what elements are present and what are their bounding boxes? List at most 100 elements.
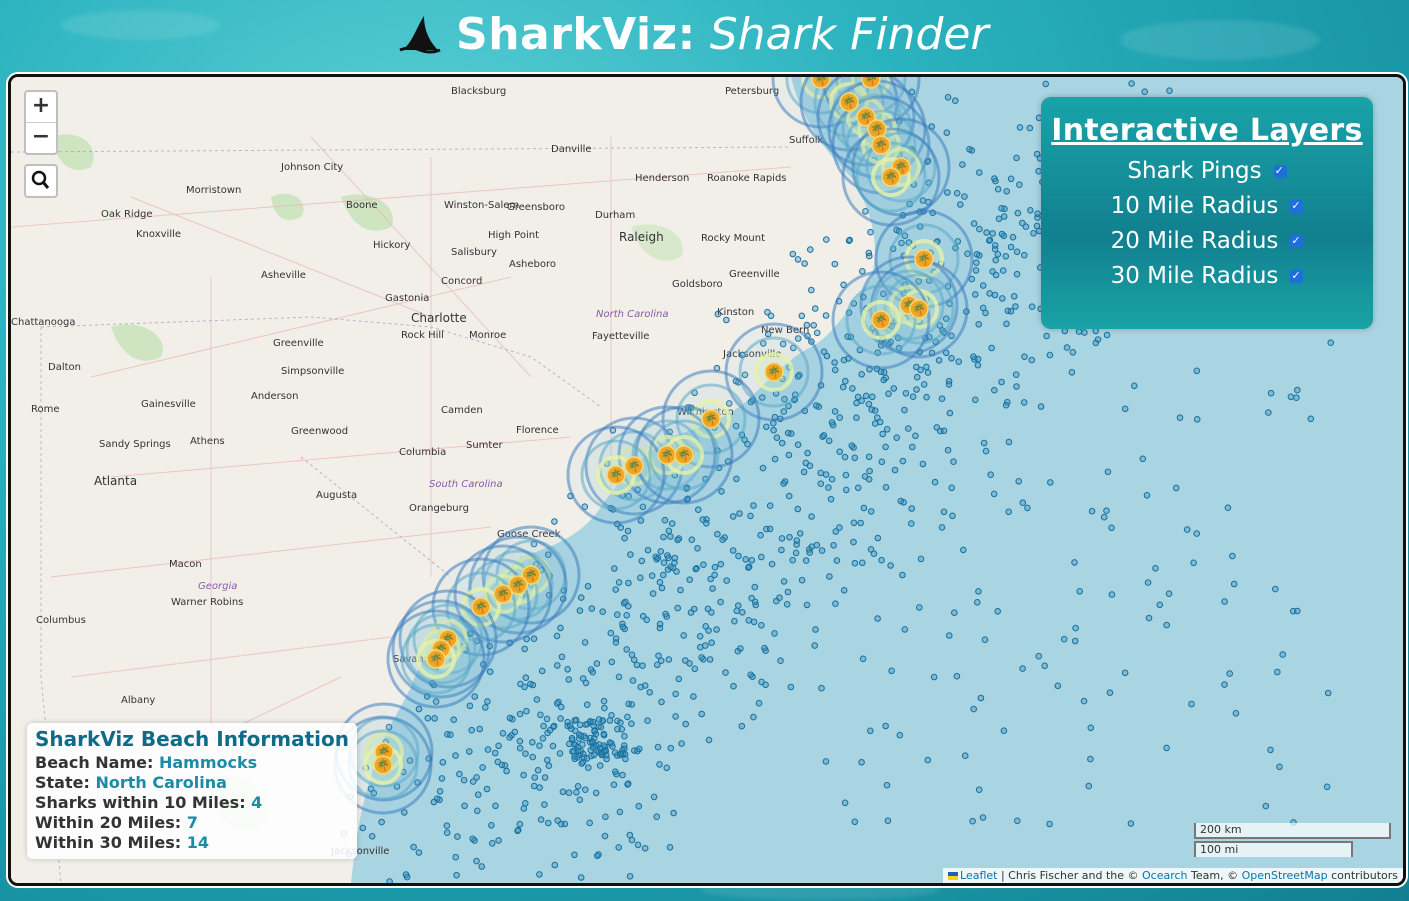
shark-ping[interactable] (1000, 727, 1008, 735)
shark-ping[interactable] (660, 571, 667, 579)
shark-ping[interactable] (831, 408, 839, 415)
shark-ping[interactable] (908, 520, 915, 527)
shark-ping[interactable] (700, 561, 707, 569)
shark-ping[interactable] (577, 874, 585, 881)
shark-ping[interactable] (576, 796, 584, 804)
shark-ping[interactable] (424, 714, 432, 722)
shark-ping[interactable] (461, 802, 468, 810)
shark-ping[interactable] (924, 756, 932, 764)
shark-ping[interactable] (989, 268, 996, 275)
shark-ping[interactable] (707, 575, 715, 583)
shark-ping[interactable] (653, 813, 661, 821)
search-button[interactable] (24, 164, 58, 198)
shark-ping[interactable] (859, 655, 867, 663)
shark-ping[interactable] (973, 251, 981, 258)
shark-ping[interactable] (698, 710, 706, 718)
shark-ping[interactable] (778, 439, 786, 447)
shark-ping[interactable] (851, 818, 859, 826)
shark-ping[interactable] (803, 601, 811, 609)
shark-ping[interactable] (841, 799, 849, 807)
shark-ping[interactable] (483, 785, 491, 793)
shark-ping[interactable] (793, 537, 801, 544)
shark-ping[interactable] (595, 716, 603, 723)
shark-ping[interactable] (1063, 344, 1071, 351)
shark-ping[interactable] (859, 268, 866, 275)
shark-ping[interactable] (833, 557, 841, 564)
shark-ping[interactable] (1294, 386, 1301, 394)
shark-ping[interactable] (530, 635, 538, 643)
shark-ping[interactable] (761, 644, 768, 652)
shark-ping[interactable] (768, 560, 776, 568)
shark-ping[interactable] (1100, 513, 1108, 521)
shark-ping[interactable] (637, 574, 644, 582)
shark-ping[interactable] (832, 600, 839, 608)
shark-ping[interactable] (603, 755, 610, 763)
shark-ping[interactable] (1183, 526, 1191, 533)
shark-ping[interactable] (566, 722, 574, 729)
shark-ping[interactable] (557, 624, 564, 632)
shark-ping[interactable] (905, 425, 912, 432)
shark-ping[interactable] (584, 583, 592, 590)
shark-ping[interactable] (644, 717, 651, 725)
shark-ping[interactable] (840, 587, 848, 594)
shark-ping[interactable] (948, 355, 955, 362)
shark-ping[interactable] (912, 432, 919, 440)
shark-ping[interactable] (533, 696, 541, 703)
shark-ping[interactable] (976, 169, 983, 176)
shark-ping[interactable] (749, 673, 756, 681)
shark-ping[interactable] (820, 348, 828, 356)
shark-ping[interactable] (1005, 508, 1013, 516)
shark-ping[interactable] (530, 782, 538, 790)
shark-ping[interactable] (627, 551, 634, 558)
shark-ping[interactable] (808, 513, 815, 520)
shark-ping[interactable] (1144, 579, 1152, 586)
shark-ping[interactable] (717, 598, 724, 606)
shark-ping[interactable] (609, 743, 616, 750)
shark-ping[interactable] (944, 189, 951, 196)
shark-ping[interactable] (443, 822, 451, 830)
shark-ping[interactable] (849, 385, 856, 392)
shark-ping[interactable] (410, 843, 417, 851)
shark-ping[interactable] (1071, 559, 1078, 566)
shark-ping[interactable] (1108, 524, 1115, 532)
shark-ping[interactable] (882, 722, 889, 730)
shark-ping[interactable] (568, 734, 576, 742)
shark-ping[interactable] (959, 161, 966, 168)
shark-ping[interactable] (1104, 468, 1112, 476)
shark-ping[interactable] (503, 767, 510, 775)
shark-ping[interactable] (723, 577, 731, 584)
shark-ping[interactable] (443, 829, 451, 837)
shark-ping[interactable] (431, 715, 438, 722)
shark-ping[interactable] (1143, 492, 1151, 499)
shark-ping[interactable] (644, 546, 652, 554)
shark-ping[interactable] (931, 478, 939, 486)
shark-ping[interactable] (1106, 689, 1114, 697)
shark-ping[interactable] (813, 329, 821, 337)
shark-ping[interactable] (917, 555, 925, 563)
shark-ping[interactable] (1293, 394, 1300, 402)
shark-ping[interactable] (943, 129, 951, 137)
shark-ping[interactable] (624, 527, 632, 535)
shark-ping[interactable] (551, 518, 558, 525)
shark-ping[interactable] (841, 453, 849, 461)
shark-ping[interactable] (657, 657, 665, 665)
shark-ping[interactable] (822, 312, 830, 319)
beach-marker[interactable]: 🌴 (701, 409, 721, 429)
shark-ping[interactable] (901, 406, 908, 414)
shark-ping[interactable] (657, 548, 665, 555)
shark-ping[interactable] (614, 611, 621, 619)
shark-ping[interactable] (796, 530, 804, 537)
shark-ping[interactable] (615, 844, 623, 851)
shark-ping[interactable] (624, 713, 631, 721)
shark-ping[interactable] (750, 713, 757, 721)
shark-ping[interactable] (499, 730, 507, 737)
shark-ping[interactable] (1043, 332, 1050, 340)
shark-ping[interactable] (1015, 478, 1023, 485)
shark-ping[interactable] (670, 809, 677, 817)
shark-ping[interactable] (842, 377, 849, 385)
shark-ping[interactable] (639, 662, 646, 670)
shark-ping[interactable] (836, 414, 844, 421)
shark-ping[interactable] (516, 820, 524, 828)
shark-ping[interactable] (473, 857, 480, 865)
shark-ping[interactable] (1224, 504, 1232, 512)
